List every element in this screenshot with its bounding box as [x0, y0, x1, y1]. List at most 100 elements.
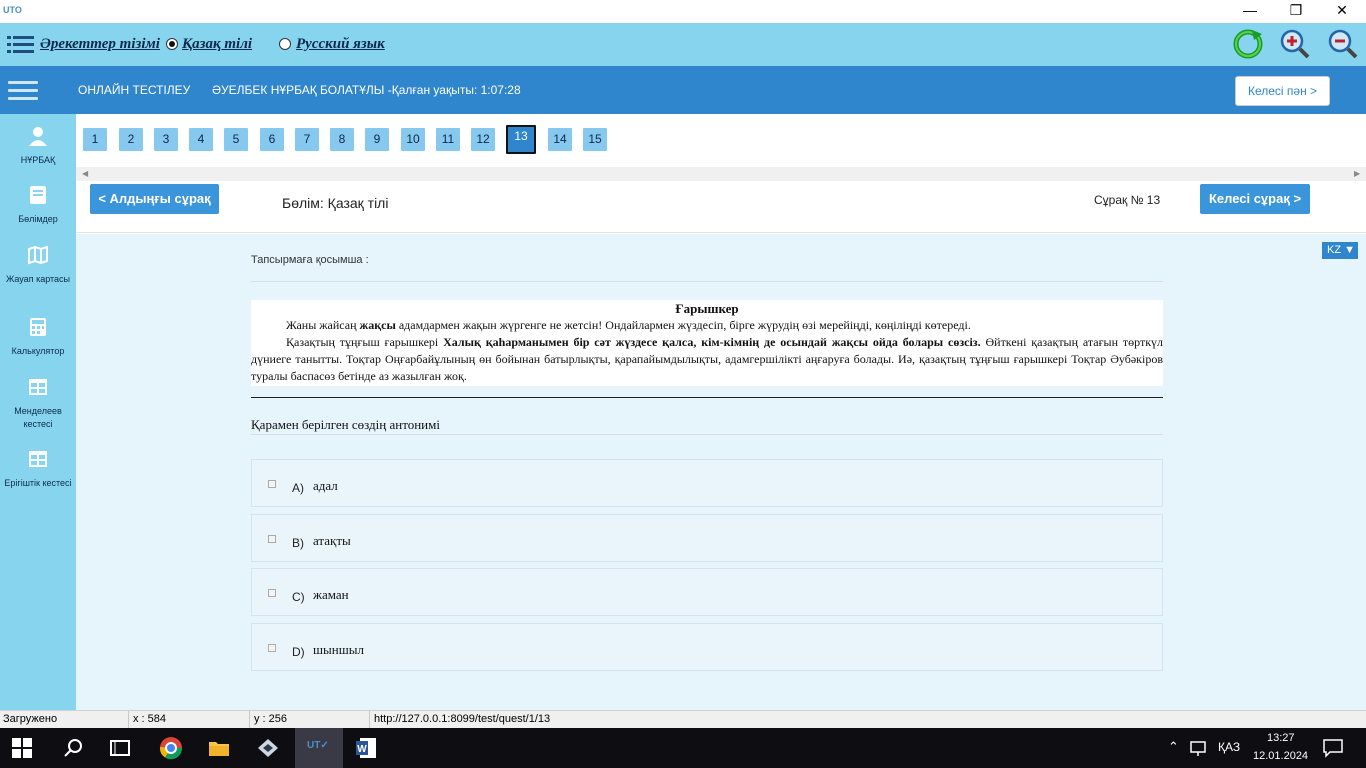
app-header: ОНЛАЙН ТЕСТІЛЕУ ӘУЕЛБЕК НҰРБАҚ БОЛАТҰЛЫ …	[0, 66, 1366, 114]
question-nav-button[interactable]: 8	[330, 128, 354, 151]
question-nav-button[interactable]: 12	[471, 128, 495, 151]
list-menu-icon[interactable]	[7, 35, 34, 55]
actions-list-link[interactable]: Әрекеттер тізімі	[40, 36, 160, 53]
user-timer-info: ӘУЕЛБЕК НҰРБАҚ БОЛАТҰЛЫ -Қалған уақыты: …	[212, 83, 521, 97]
status-text: Загружено	[3, 713, 58, 725]
minimize-button[interactable]: —	[1227, 0, 1273, 23]
question-nav-button[interactable]: 14	[548, 128, 572, 151]
answer-option-c[interactable]: C) жаман	[251, 568, 1163, 616]
input-language[interactable]: ҚАЗ	[1218, 740, 1240, 754]
chrome-icon[interactable]	[159, 736, 183, 760]
zoom-in-icon[interactable]	[1279, 28, 1311, 60]
question-nav-button[interactable]: 2	[119, 128, 143, 151]
page-url: http://127.0.0.1:8099/test/quest/1/13	[374, 713, 551, 725]
table-icon	[29, 451, 47, 467]
status-separator	[249, 711, 250, 729]
horizontal-scrollbar[interactable]: ◀ ▶	[76, 167, 1366, 181]
question-nav-button[interactable]: 9	[365, 128, 389, 151]
answer-text: шыншыл	[313, 642, 364, 657]
answer-letter: D)	[292, 645, 305, 659]
passage-paragraph-1: Жаны жайсаң жақсы адамдармен жақын жүрге…	[251, 317, 1163, 334]
passage-text: Қазақтың тұңғыш ғарышкері	[286, 335, 444, 349]
status-separator	[128, 711, 129, 729]
sidebar-item-label: Жауап картасы	[5, 274, 71, 284]
taskbar: UT✓ W ⌃ ҚАЗ 13:27 12.01.2024	[0, 728, 1366, 768]
left-sidebar: НҰРБАҚ Бөлімдер Жауап картасы Калькулято…	[0, 114, 76, 710]
close-button[interactable]: ✕	[1319, 0, 1365, 23]
next-subject-button[interactable]: Келесі пән >	[1235, 76, 1330, 106]
question-nav-button[interactable]: 1	[83, 128, 107, 151]
question-nav-button[interactable]: 11	[436, 128, 460, 151]
sidebar-item-sections[interactable]: Бөлімдер	[0, 185, 76, 226]
sidebar-item-periodic-table[interactable]: Менделеев кестесі	[0, 377, 76, 431]
status-separator	[369, 711, 370, 729]
language-select[interactable]: KZ ▼	[1322, 242, 1358, 259]
answer-checkbox[interactable]	[268, 589, 276, 597]
scroll-left-icon[interactable]: ◀	[82, 169, 88, 178]
russian-radio[interactable]	[279, 38, 291, 50]
passage-bold-text: Халық қаһарманымен бір сәт жүздесе қалса…	[443, 335, 981, 349]
kazakh-radio[interactable]	[166, 38, 178, 50]
kazakh-language-link[interactable]: Қазақ тілі	[182, 36, 252, 53]
clock-date[interactable]: 12.01.2024	[1253, 750, 1308, 762]
passage-paragraph-2: Қазақтың тұңғыш ғарышкері Халық қаһарман…	[251, 334, 1163, 385]
scroll-right-icon[interactable]: ▶	[1354, 169, 1360, 178]
question-nav-button[interactable]: 5	[224, 128, 248, 151]
sidebar-item-label: Менделеев кестесі	[14, 406, 62, 429]
question-navigator: 1 2 3 4 5 6 7 8 9 10 11 12 13 14 15	[76, 114, 1366, 167]
calculator-icon	[30, 318, 46, 336]
sidebar-item-label: Бөлімдер	[18, 214, 58, 224]
answer-option-a[interactable]: A) адал	[251, 459, 1163, 507]
vpn-app-icon[interactable]	[256, 736, 280, 760]
question-nav-button[interactable]: 15	[583, 128, 607, 151]
windows-start-icon[interactable]	[12, 738, 32, 758]
question-number: Сұрақ № 13	[1094, 193, 1161, 207]
word-icon[interactable]: W	[354, 736, 378, 760]
answer-option-b[interactable]: B) атақты	[251, 514, 1163, 562]
question-nav-button[interactable]: 7	[295, 128, 319, 151]
status-bar: Загружено x : 584 y : 256 http://127.0.0…	[0, 710, 1366, 729]
task-view-icon[interactable]	[108, 736, 132, 760]
zoom-out-icon[interactable]	[1327, 28, 1359, 60]
tray-chevron-icon[interactable]: ⌃	[1168, 739, 1179, 755]
answer-checkbox[interactable]	[268, 480, 276, 488]
table-icon	[29, 379, 47, 395]
network-icon[interactable]	[1188, 738, 1208, 758]
question-nav-button[interactable]: 10	[401, 128, 425, 151]
active-app-tab[interactable]: UT✓	[295, 728, 343, 768]
previous-question-button[interactable]: < Алдыңғы сұрақ	[90, 184, 219, 214]
top-toolbar: Әрекеттер тізімі Қазақ тілі Русский язык	[0, 23, 1366, 66]
sidebar-item-profile[interactable]: НҰРБАҚ	[0, 126, 76, 167]
answer-option-d[interactable]: D) шыншыл	[251, 623, 1163, 671]
divider	[251, 397, 1163, 398]
next-question-button[interactable]: Келесі сұрақ >	[1200, 184, 1310, 214]
question-nav-button[interactable]: 6	[260, 128, 284, 151]
question-nav-button[interactable]: 4	[189, 128, 213, 151]
map-icon	[28, 245, 48, 265]
clock-time[interactable]: 13:27	[1267, 732, 1295, 744]
question-nav-button-active[interactable]: 13	[506, 125, 536, 154]
sidebar-item-calculator[interactable]: Калькулятор	[0, 317, 76, 358]
question-nav-button[interactable]: 3	[154, 128, 178, 151]
divider	[251, 434, 1163, 435]
refresh-icon[interactable]	[1232, 28, 1264, 60]
answer-letter: C)	[292, 590, 305, 604]
section-bar: < Алдыңғы сұрақ Бөлім: Қазақ тілі Сұрақ …	[76, 181, 1366, 233]
notifications-icon[interactable]	[1322, 738, 1344, 758]
file-explorer-icon[interactable]	[207, 736, 231, 760]
sidebar-item-solubility-table[interactable]: Ерігіштік кестесі	[0, 449, 76, 490]
sidebar-item-label: НҰРБАҚ	[20, 155, 56, 165]
appendix-label: Тапсырмаға қосымша :	[251, 254, 369, 266]
sidebar-item-answer-map[interactable]: Жауап картасы	[0, 245, 76, 286]
answer-letter: B)	[292, 536, 304, 550]
russian-language-link[interactable]: Русский язык	[296, 36, 385, 53]
reading-passage: Ғарышкер Жаны жайсаң жақсы адамдармен жа…	[251, 300, 1163, 386]
search-icon[interactable]	[62, 736, 86, 760]
answer-checkbox[interactable]	[268, 535, 276, 543]
passage-text: Жаны жайсаң	[286, 318, 360, 332]
svg-text:W: W	[357, 744, 367, 755]
highlighted-word: жақсы	[359, 318, 396, 332]
hamburger-menu-icon[interactable]	[8, 81, 38, 101]
answer-checkbox[interactable]	[268, 644, 276, 652]
restore-button[interactable]: ❐	[1273, 0, 1319, 23]
